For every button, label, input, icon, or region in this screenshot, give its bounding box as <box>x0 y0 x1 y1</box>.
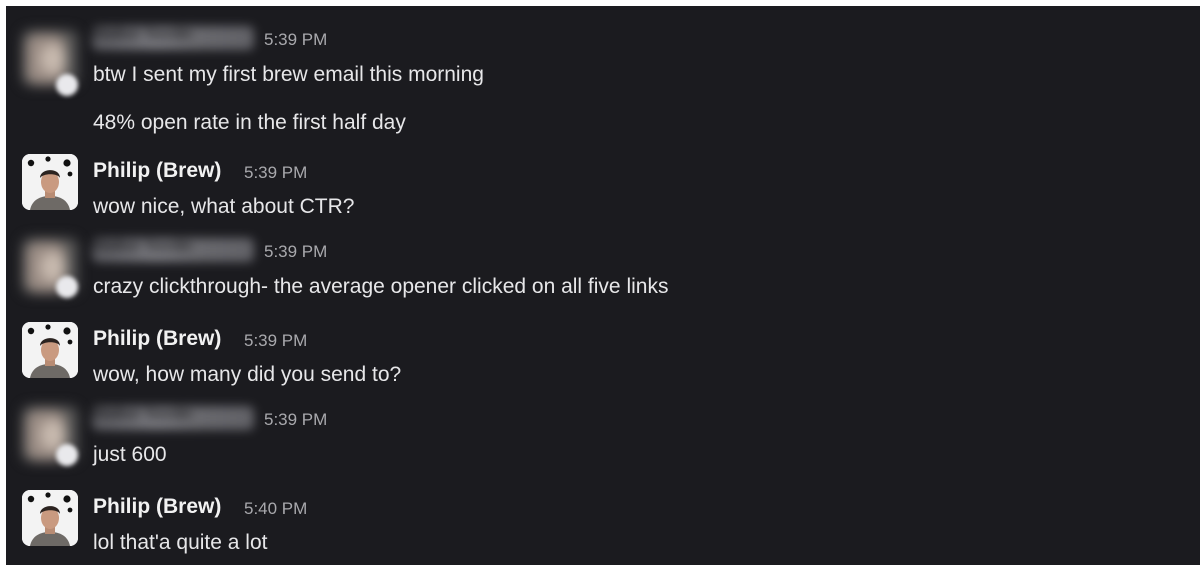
message-group: Walker Nordin 5:39 PM btw I sent my firs… <box>6 14 1200 144</box>
author-name[interactable]: Philip (Brew) <box>93 159 221 183</box>
presence-icon <box>56 276 78 298</box>
message-text: just 600 <box>93 443 167 466</box>
presence-icon <box>56 444 78 466</box>
timestamp[interactable]: 5:39 PM <box>244 331 307 351</box>
message-group: Walker Nordin 5:39 PM crazy clickthrough… <box>6 232 1200 314</box>
user-avatar-philip[interactable] <box>22 490 78 546</box>
message-text: lol that'a quite a lot <box>93 531 268 554</box>
author-name-blurred[interactable]: Walker Nordin <box>92 406 254 430</box>
message-text: btw I sent my first brew email this morn… <box>93 63 484 86</box>
message-group: Philip (Brew) 5:40 PM lol that'a quite a… <box>6 486 1200 558</box>
timestamp[interactable]: 5:39 PM <box>264 242 327 262</box>
avatar-portrait-icon <box>22 322 78 378</box>
timestamp[interactable]: 5:39 PM <box>264 410 327 430</box>
message-group: Philip (Brew) 5:39 PM wow, how many did … <box>6 318 1200 390</box>
avatar-portrait-icon <box>22 490 78 546</box>
author-name[interactable]: Philip (Brew) <box>93 327 221 351</box>
message-text: crazy clickthrough- the average opener c… <box>93 275 669 298</box>
message-text: 48% open rate in the first half day <box>93 111 406 134</box>
user-avatar-philip[interactable] <box>22 322 78 378</box>
message-text: wow nice, what about CTR? <box>93 195 355 218</box>
message-group: Philip (Brew) 5:39 PM wow nice, what abo… <box>6 150 1200 222</box>
author-name-blurred[interactable]: Walker Nordin <box>92 26 254 50</box>
chat-message-list: Walker Nordin 5:39 PM btw I sent my firs… <box>6 6 1200 565</box>
message-text: wow, how many did you send to? <box>93 363 402 386</box>
message-group: Walker Nordin 5:39 PM just 600 <box>6 400 1200 482</box>
timestamp[interactable]: 5:39 PM <box>244 163 307 183</box>
author-name[interactable]: Philip (Brew) <box>93 495 221 519</box>
user-avatar-philip[interactable] <box>22 154 78 210</box>
timestamp[interactable]: 5:40 PM <box>244 499 307 519</box>
timestamp[interactable]: 5:39 PM <box>264 30 327 50</box>
presence-icon <box>56 74 78 96</box>
avatar-portrait-icon <box>22 154 78 210</box>
author-name-blurred[interactable]: Walker Nordin <box>92 238 254 262</box>
